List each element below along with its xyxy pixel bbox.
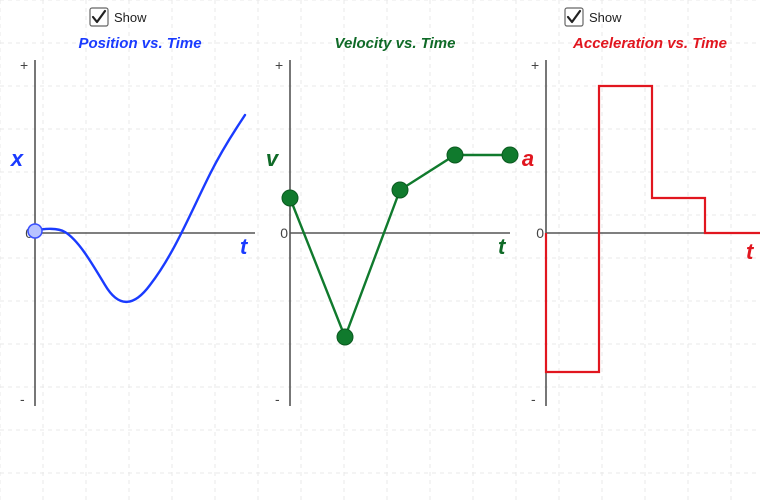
position-curve bbox=[35, 115, 245, 302]
acceleration-minus: - bbox=[531, 391, 536, 407]
acceleration-plus: + bbox=[531, 57, 539, 73]
acceleration-zero: 0 bbox=[536, 225, 544, 241]
velocity-point[interactable] bbox=[337, 329, 353, 345]
velocity-title: Velocity vs. Time bbox=[335, 35, 456, 52]
show-label: Show bbox=[589, 10, 622, 25]
show-checkbox-acceleration[interactable]: Show bbox=[565, 8, 622, 26]
velocity-ylabel: v bbox=[266, 146, 280, 171]
background-grid bbox=[0, 0, 760, 500]
position-ylabel: x bbox=[10, 146, 24, 171]
velocity-minus: - bbox=[275, 391, 280, 407]
velocity-xlabel: t bbox=[498, 234, 507, 259]
velocity-plus: + bbox=[275, 57, 283, 73]
position-xlabel: t bbox=[240, 234, 249, 259]
acceleration-title: Acceleration vs. Time bbox=[572, 35, 727, 52]
velocity-panel: Velocity vs. Time + - 0 v t bbox=[266, 35, 518, 407]
position-title: Position vs. Time bbox=[78, 35, 201, 52]
velocity-axes bbox=[290, 60, 510, 406]
acceleration-xlabel: t bbox=[746, 239, 755, 264]
kinematics-charts: Show Position vs. Time + - 0 x t Velocit… bbox=[0, 0, 760, 500]
position-start-point[interactable] bbox=[28, 224, 42, 238]
velocity-zero: 0 bbox=[280, 225, 288, 241]
show-label: Show bbox=[114, 10, 147, 25]
velocity-point[interactable] bbox=[392, 182, 408, 198]
acceleration-panel: Show Acceleration vs. Time + - 0 a t bbox=[522, 8, 760, 407]
acceleration-ylabel: a bbox=[522, 146, 534, 171]
velocity-point[interactable] bbox=[502, 147, 518, 163]
position-minus: - bbox=[20, 391, 25, 407]
velocity-point[interactable] bbox=[282, 190, 298, 206]
velocity-point[interactable] bbox=[447, 147, 463, 163]
position-plus: + bbox=[20, 57, 28, 73]
position-panel: Show Position vs. Time + - 0 x t bbox=[10, 8, 255, 407]
show-checkbox-position[interactable]: Show bbox=[90, 8, 147, 26]
